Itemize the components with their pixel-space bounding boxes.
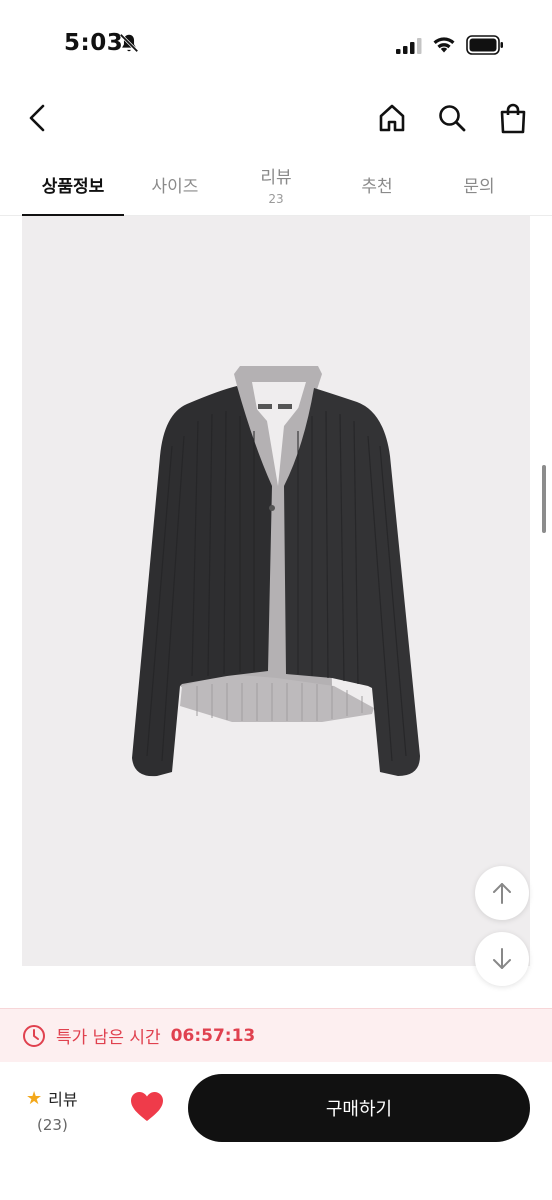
tab-review-count: 23 (268, 191, 284, 206)
home-button[interactable] (372, 98, 412, 138)
wifi-icon (433, 37, 455, 53)
special-price-timer: 특가 남은 시간 06:57:13 (0, 1008, 552, 1062)
scroll-up-button[interactable] (475, 866, 529, 920)
status-bar: 5:03 (0, 0, 552, 90)
tab-reviews[interactable]: 리뷰 23 (225, 152, 327, 216)
tab-product-info[interactable]: 상품정보 (22, 152, 124, 217)
shopping-bag-button[interactable] (493, 98, 533, 138)
tab-label: 리뷰 (260, 167, 292, 188)
home-icon (379, 104, 405, 132)
search-icon (439, 105, 466, 132)
status-time: 5:03 (64, 30, 124, 56)
scroll-down-button[interactable] (475, 932, 529, 986)
chevron-left-icon (29, 104, 45, 132)
arrow-up-icon (493, 883, 511, 904)
heart-icon[interactable] (128, 1088, 166, 1126)
buy-button[interactable]: 구매하기 (188, 1074, 530, 1142)
tab-label: 상품정보 (41, 176, 105, 197)
shopping-bag-icon (500, 103, 526, 134)
battery-icon (466, 35, 503, 55)
clock-icon (23, 1024, 45, 1047)
review-summary[interactable]: ★ 리뷰 (23) (26, 1086, 96, 1135)
bell-slash-icon (119, 33, 139, 53)
bottom-action-bar: ★ 리뷰 (23) 구매하기 (0, 1062, 552, 1200)
review-count: (23) (37, 1116, 68, 1134)
star-icon: ★ (26, 1087, 43, 1109)
signal-icon (396, 38, 422, 54)
search-button[interactable] (432, 98, 472, 138)
arrow-down-icon (493, 948, 511, 969)
product-image (22, 216, 530, 966)
top-nav-bar (0, 90, 552, 146)
tab-size[interactable]: 사이즈 (124, 152, 226, 216)
tab-label: 사이즈 (151, 176, 199, 197)
tab-label: 문의 (463, 176, 495, 197)
cardigan-illustration (132, 366, 420, 777)
timer-value: 06:57:13 (170, 1025, 256, 1046)
back-button[interactable] (18, 98, 58, 138)
product-tabs: 상품정보 사이즈 리뷰 23 추천 문의 (0, 152, 552, 217)
timer-label: 특가 남은 시간 (56, 1028, 161, 1048)
review-label: 리뷰 (48, 1090, 78, 1109)
tab-label: 추천 (361, 176, 393, 197)
tab-recommend[interactable]: 추천 (326, 152, 428, 216)
scroll-indicator[interactable] (542, 465, 546, 533)
tab-inquiry[interactable]: 문의 (428, 152, 530, 216)
